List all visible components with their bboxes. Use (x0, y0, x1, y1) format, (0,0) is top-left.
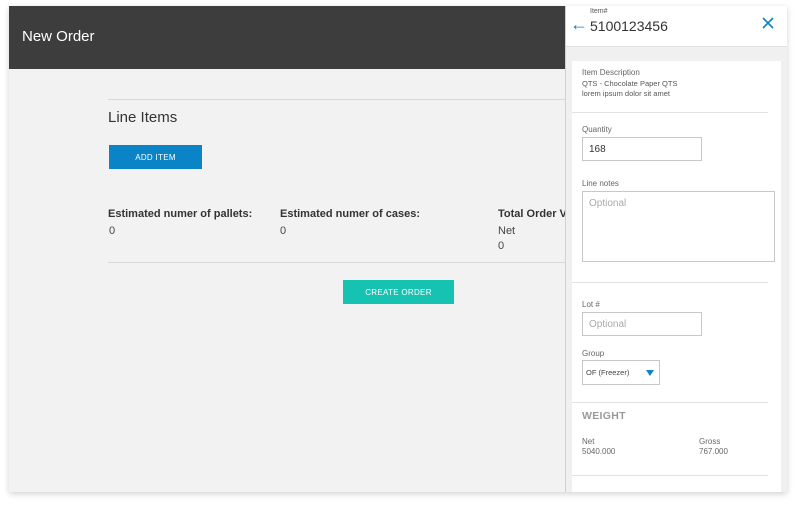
item-number-label: Item# (590, 8, 608, 15)
item-description-label: Item Description (582, 68, 640, 77)
item-detail-panel: ← Item# 5100123456 Item Description QTS … (565, 6, 787, 492)
panel-body: Item Description QTS - Chocolate Paper Q… (572, 61, 781, 492)
panel-divider (572, 282, 768, 283)
weight-section-title: WEIGHT (582, 410, 626, 422)
page-title: New Order (22, 28, 95, 45)
app-window: New Order Line Items ADD ITEM Estimated … (9, 6, 787, 492)
net-weight-value: 5040.000 (582, 447, 616, 456)
item-description-line1: QTS - Chocolate Paper QTS (582, 79, 678, 88)
panel-divider (572, 112, 768, 113)
item-description-line2: lorem ipsum dolor sit amet (582, 89, 670, 98)
quantity-label: Quantity (582, 125, 612, 134)
create-order-button[interactable]: CREATE ORDER (343, 280, 454, 304)
arrow-left-icon[interactable]: ← (570, 15, 588, 33)
line-notes-textarea[interactable] (582, 191, 775, 262)
total-order-label: Total Order V (498, 208, 567, 220)
top-bar: New Order (9, 6, 565, 69)
cases-value: 0 (280, 225, 287, 237)
cases-label: Estimated numer of cases: (280, 208, 420, 220)
group-selected-value: OF (Freezer) (586, 368, 630, 377)
gross-weight-label: Gross (699, 437, 721, 446)
panel-divider (572, 475, 768, 476)
total-order-net-label: Net (498, 225, 516, 237)
pallets-label: Estimated numer of pallets: (108, 208, 253, 220)
caret-down-icon (646, 370, 654, 376)
panel-divider (572, 402, 768, 403)
line-notes-label: Line notes (582, 179, 619, 188)
section-divider-bottom (108, 262, 565, 263)
gross-weight-value: 767.000 (699, 447, 728, 456)
lot-input[interactable] (582, 312, 702, 336)
section-title: Line Items (108, 109, 178, 126)
net-weight-label: Net (582, 437, 595, 446)
pallets-value: 0 (109, 225, 116, 237)
group-label: Group (582, 349, 605, 358)
section-divider-top (108, 99, 565, 100)
panel-header: ← Item# 5100123456 (566, 6, 787, 47)
add-item-button[interactable]: ADD ITEM (109, 145, 202, 169)
total-order-value: 0 (498, 240, 505, 252)
group-select[interactable]: OF (Freezer) (582, 360, 660, 385)
lot-label: Lot # (582, 300, 600, 309)
close-icon[interactable] (760, 15, 776, 31)
quantity-input[interactable] (582, 137, 702, 161)
item-number: 5100123456 (590, 18, 668, 34)
